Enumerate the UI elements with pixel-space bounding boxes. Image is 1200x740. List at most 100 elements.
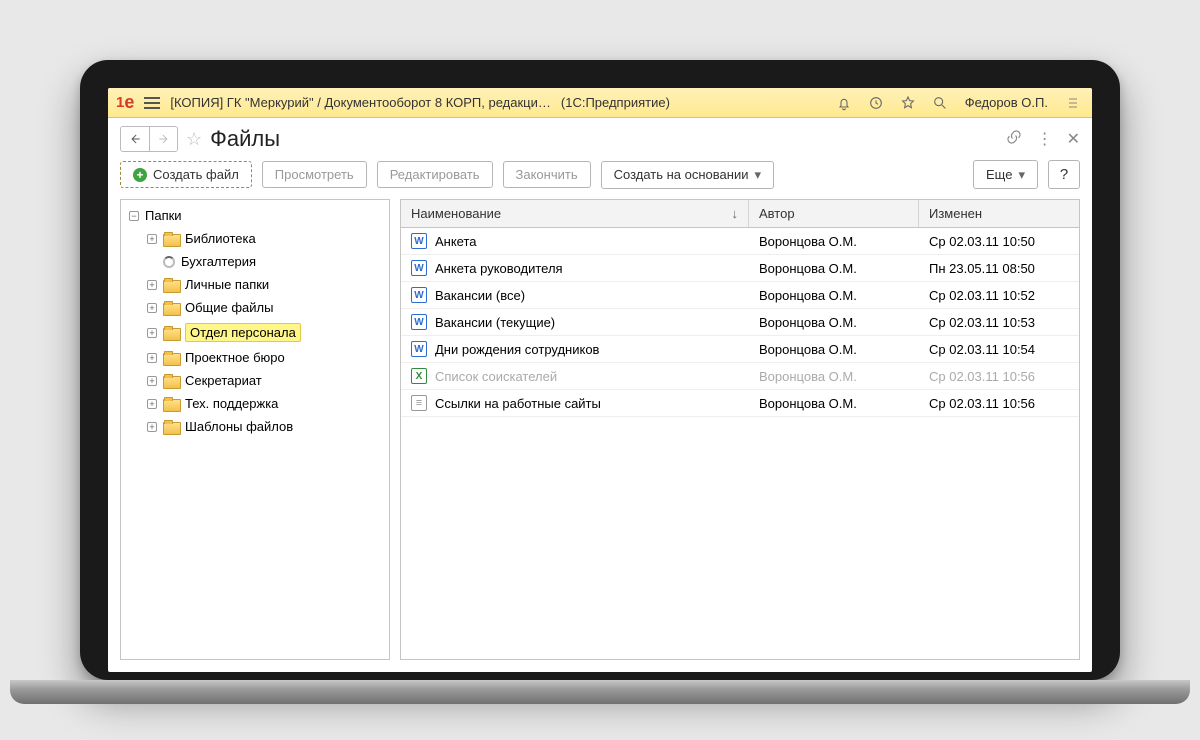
- tree-item[interactable]: Личные папки: [121, 273, 389, 296]
- loading-icon: [163, 256, 175, 268]
- folder-icon: [163, 326, 179, 339]
- sort-asc-icon: ↓: [732, 206, 739, 221]
- tree-root-label: Папки: [145, 208, 182, 223]
- tree-item-label: Шаблоны файлов: [185, 419, 293, 434]
- file-changed: Ср 02.03.11 10:54: [929, 342, 1035, 357]
- logo-1c: 1e: [116, 92, 134, 113]
- tree-item[interactable]: Проектное бюро: [121, 346, 389, 369]
- page-header: ☆ Файлы ⋮ ✕: [108, 118, 1092, 158]
- folder-icon: [163, 397, 179, 410]
- table-row[interactable]: Ссылки на работные сайты Воронцова О.М. Ср…: [401, 390, 1079, 417]
- tree-item[interactable]: Отдел персонала: [121, 319, 389, 346]
- file-changed: Ср 02.03.11 10:56: [929, 396, 1035, 411]
- link-icon[interactable]: [1005, 128, 1023, 151]
- tree-item[interactable]: Тех. поддержка: [121, 392, 389, 415]
- expand-icon[interactable]: [147, 280, 157, 290]
- tree-item-label: Секретариат: [185, 373, 262, 388]
- tree-item-label: Проектное бюро: [185, 350, 285, 365]
- expand-icon[interactable]: [147, 303, 157, 313]
- search-icon[interactable]: [929, 92, 951, 114]
- file-changed: Ср 02.03.11 10:53: [929, 315, 1035, 330]
- user-name[interactable]: Федоров О.П.: [961, 95, 1052, 110]
- folder-icon: [163, 374, 179, 387]
- nav-forward-button[interactable]: [149, 127, 177, 151]
- file-author: Воронцова О.М.: [759, 342, 857, 357]
- file-changed: Ср 02.03.11 10:50: [929, 234, 1035, 249]
- expand-icon[interactable]: [147, 422, 157, 432]
- view-button[interactable]: Просмотреть: [262, 161, 367, 188]
- star-icon[interactable]: [897, 92, 919, 114]
- main-menu-button[interactable]: [144, 97, 160, 109]
- table-row[interactable]: Список соискателей Воронцова О.М. Ср 02.03…: [401, 363, 1079, 390]
- user-menu-icon[interactable]: [1062, 92, 1084, 114]
- history-icon[interactable]: [865, 92, 887, 114]
- create-from-button[interactable]: Создать на основании ▾: [601, 161, 774, 189]
- chevron-down-icon: ▾: [1018, 167, 1025, 183]
- nav-group: [120, 126, 178, 152]
- tree-item[interactable]: Шаблоны файлов: [121, 415, 389, 438]
- expand-icon[interactable]: [147, 257, 157, 267]
- expand-icon[interactable]: [147, 399, 157, 409]
- edit-button[interactable]: Редактировать: [377, 161, 493, 188]
- grid-header-changed[interactable]: Изменен: [919, 200, 1079, 227]
- file-name: Вакансии (текущие): [435, 315, 555, 330]
- plus-icon: +: [133, 168, 147, 182]
- favorite-icon[interactable]: ☆: [186, 129, 202, 150]
- create-file-label: Создать файл: [153, 167, 239, 182]
- tree-item-label: Тех. поддержка: [185, 396, 278, 411]
- file-author: Воронцова О.М.: [759, 396, 857, 411]
- word-file-icon: [411, 314, 427, 330]
- file-name: Анкета: [435, 234, 477, 249]
- help-button[interactable]: ?: [1048, 160, 1080, 189]
- table-row[interactable]: Анкета руководителяВоронцова О.М.Пн 23.0…: [401, 255, 1079, 282]
- file-author: Воронцова О.М.: [759, 369, 857, 384]
- file-changed: Пн 23.05.11 08:50: [929, 261, 1035, 276]
- grid-header: Наименование ↓ Автор Изменен: [401, 200, 1079, 228]
- laptop-frame: 1e [КОПИЯ] ГК "Меркурий" / Документообор…: [80, 60, 1120, 680]
- file-author: Воронцова О.М.: [759, 315, 857, 330]
- tree-item[interactable]: Секретариат: [121, 369, 389, 392]
- files-grid-pane: Наименование ↓ Автор Изменен АнкетаВорон…: [400, 199, 1080, 660]
- grid-header-name[interactable]: Наименование ↓: [401, 200, 749, 227]
- table-row[interactable]: АнкетаВоронцова О.М.Ср 02.03.11 10:50: [401, 228, 1079, 255]
- nav-back-button[interactable]: [121, 127, 149, 151]
- text-file-icon: [411, 395, 427, 411]
- expand-icon[interactable]: [147, 234, 157, 244]
- file-name: Ссылки на работные сайты: [435, 396, 601, 411]
- table-row[interactable]: Дни рождения сотрудников Воронцова О.М. Ср…: [401, 336, 1079, 363]
- file-changed: Ср 02.03.11 10:56: [929, 369, 1035, 384]
- file-name: Дни рождения сотрудников: [435, 342, 599, 357]
- table-row[interactable]: Вакансии (текущие) Воронцова О.М. Ср 02.03…: [401, 309, 1079, 336]
- collapse-icon[interactable]: [129, 211, 139, 221]
- expand-icon[interactable]: [147, 376, 157, 386]
- bell-icon[interactable]: [833, 92, 855, 114]
- tree-item[interactable]: Бухгалтерия: [121, 250, 389, 273]
- finish-button[interactable]: Закончить: [503, 161, 591, 188]
- file-changed: Ср 02.03.11 10:52: [929, 288, 1035, 303]
- app-window: 1e [КОПИЯ] ГК "Меркурий" / Документообор…: [108, 88, 1092, 672]
- tree-root-node[interactable]: Папки: [121, 204, 389, 227]
- more-button[interactable]: Еще ▾: [973, 160, 1038, 189]
- window-title: [КОПИЯ] ГК "Меркурий" / Документооборот …: [170, 95, 551, 110]
- kebab-menu-icon[interactable]: ⋮: [1037, 129, 1053, 149]
- app-mode: (1С:Предприятие): [561, 95, 670, 110]
- file-name: Список соискателей: [435, 369, 557, 384]
- tree-item[interactable]: Библиотека: [121, 227, 389, 250]
- folders-tree-pane: Папки БиблиотекаБухгалтерияЛичные папкиОб…: [120, 199, 390, 660]
- file-name: Вакансии (все): [435, 288, 525, 303]
- create-file-button[interactable]: + Создать файл: [120, 161, 252, 188]
- close-icon[interactable]: ✕: [1067, 129, 1080, 149]
- grid-header-author[interactable]: Автор: [749, 200, 919, 227]
- tree-item[interactable]: Общие файлы: [121, 296, 389, 319]
- tree-item-label: Отдел персонала: [185, 323, 301, 342]
- folder-icon: [163, 278, 179, 291]
- expand-icon[interactable]: [147, 353, 157, 363]
- titlebar: 1e [КОПИЯ] ГК "Меркурий" / Документообор…: [108, 88, 1092, 118]
- table-row[interactable]: Вакансии (все) Воронцова О.М. Ср 02.03.11 …: [401, 282, 1079, 309]
- page-header-right: ⋮ ✕: [1005, 128, 1080, 151]
- file-name: Анкета руководителя: [435, 261, 563, 276]
- file-author: Воронцова О.М.: [759, 288, 857, 303]
- folder-icon: [163, 351, 179, 364]
- expand-icon[interactable]: [147, 328, 157, 338]
- folder-icon: [163, 301, 179, 314]
